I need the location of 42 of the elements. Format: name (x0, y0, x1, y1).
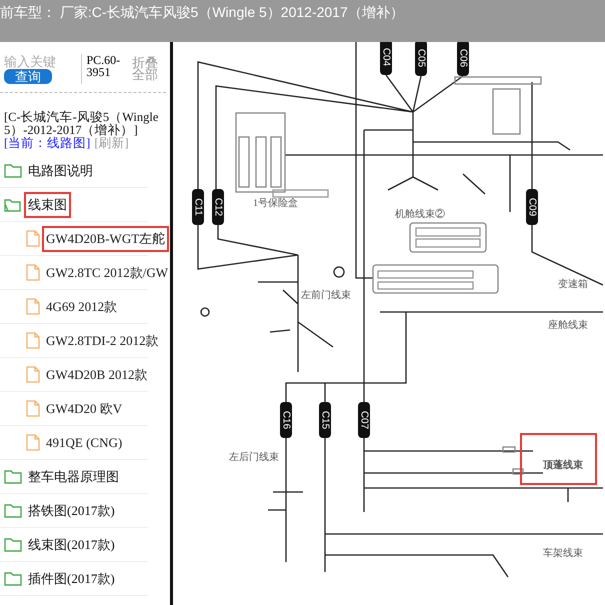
tree-item[interactable]: 4G69 2012款 (42, 294, 122, 320)
current-link[interactable]: [当前：线路图] (4, 137, 90, 150)
tree-item[interactable]: GW4D20B 2012款 (42, 362, 152, 388)
tree-item[interactable]: GW4D20 欧V (42, 396, 126, 422)
harness-label: 机舱线束② (395, 209, 445, 220)
document-icon (26, 332, 40, 349)
window-title: 前车型： 厂家:C-长城汽车风骏5（Wingle 5）2012-2017（增补） (0, 3, 405, 22)
document-icon (26, 264, 40, 281)
connector-tag: C09 (526, 189, 538, 225)
search-button[interactable]: 查询 (4, 69, 52, 84)
tree-item[interactable]: 线束图 (24, 192, 71, 218)
connector-tag: C07 (358, 402, 370, 438)
document-icon (26, 434, 40, 451)
connector-tag: C16 (280, 402, 292, 438)
connector-tag: C11 (192, 189, 204, 225)
document-icon (26, 298, 40, 315)
tree-item[interactable]: GW2.8TDI-2 2012款 (42, 328, 163, 354)
tree-item[interactable]: GW2.8TC 2012款/GW (42, 260, 170, 286)
connector-tag: C06 (457, 42, 469, 76)
tree-item[interactable]: 线束图(2017款) (24, 532, 119, 558)
connector-tag: C15 (319, 402, 331, 438)
harness-label: 变速箱 (558, 279, 588, 290)
harness-label: 左前门线束 (301, 290, 351, 301)
tree-item[interactable]: 整车电器原理图 (24, 464, 123, 490)
tree-item[interactable]: 搭铁图(2017款) (24, 498, 119, 524)
harness-label: 1号保险盒 (253, 198, 298, 209)
connector-tag: C05 (415, 42, 427, 76)
code-text: PC.60-3951 (86, 54, 122, 81)
document-icon (26, 400, 40, 417)
harness-label: 顶蓬线束 (543, 460, 583, 471)
harness-label: 车架线束 (543, 548, 583, 559)
document-icon (26, 230, 40, 247)
harness-label: 座舱线束 (548, 320, 588, 331)
tree-item[interactable]: 插件图(2017款) (24, 566, 119, 592)
tree-item[interactable]: 491QE (CNG) (42, 430, 126, 454)
tree-item[interactable]: GW4D20B-WGT左舵 (42, 226, 170, 252)
document-icon (26, 366, 40, 383)
vehicle-text: [C-长城汽车-风骏5（Wingle 5）-2012-2017（增补）] (4, 111, 160, 137)
tree-item[interactable]: 电路图说明 (24, 158, 97, 184)
harness-label: 左后门线束 (229, 452, 279, 463)
connector-tag: C12 (212, 189, 224, 225)
connector-tag: C04 (380, 42, 392, 75)
